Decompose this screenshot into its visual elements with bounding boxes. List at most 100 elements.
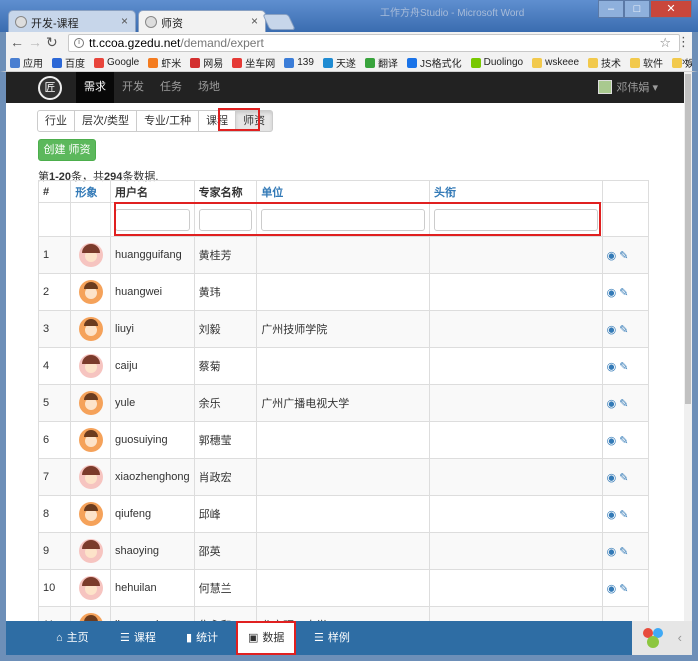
row-index: 10 (37, 569, 72, 607)
bottom-nav-label: 课程 (133, 632, 156, 644)
eye-icon[interactable]: ◉ (607, 435, 617, 447)
bookmark-item[interactable]: 技术 (588, 55, 621, 70)
bottom-nav-stats[interactable]: ▮ 统计 (186, 621, 218, 655)
tab-expert[interactable]: 师资 × (138, 10, 266, 32)
debug-toolbar-toggle[interactable]: ‹ (632, 621, 692, 655)
close-window-icon[interactable]: ✕ (650, 0, 692, 18)
header-unit[interactable]: 单位 (256, 180, 430, 203)
yii-logo-icon (643, 628, 663, 648)
header-avatar[interactable]: 形象 (70, 180, 112, 203)
bookmark-icon (588, 57, 598, 68)
nav-venue[interactable]: 场地 (190, 72, 228, 103)
scrollbar-thumb[interactable] (685, 74, 691, 404)
table-row: 3 liuyi 刘毅 广州技师学院 ◉ ✎ (37, 310, 650, 348)
tab-major[interactable]: 专业/工种 (136, 110, 200, 132)
tab-dev-course[interactable]: 开发-课程 × (8, 10, 136, 32)
avatar-cell (70, 310, 112, 348)
avatar (78, 539, 103, 563)
bookmark-item[interactable]: 软件 (630, 55, 663, 70)
row-expert-name: 蔡菊 (193, 347, 258, 385)
nav-develop[interactable]: 开发 (114, 72, 152, 103)
bookmark-icon (630, 57, 640, 68)
bookmark-item[interactable]: 139 (284, 57, 314, 68)
avatar (78, 317, 103, 341)
row-actions: ◉✎ (601, 384, 650, 422)
close-tab-icon[interactable]: × (121, 14, 128, 28)
tab-industry[interactable]: 行业 (37, 110, 75, 132)
eye-icon[interactable]: ◉ (607, 250, 617, 262)
pencil-icon[interactable]: ✎ (619, 361, 628, 373)
reload-icon[interactable]: ↻ (46, 34, 58, 51)
bookmark-icon (148, 57, 159, 68)
table-row: 4 caiju 蔡菊 ◉ ✎ (37, 347, 650, 385)
scrollbar[interactable] (684, 72, 692, 621)
bookmark-icon (52, 57, 62, 68)
filter-cell (601, 202, 650, 237)
bookmark-item[interactable]: Google (94, 57, 139, 68)
row-actions: ◉✎ (601, 569, 650, 607)
row-unit (256, 458, 430, 496)
eye-icon[interactable]: ◉ (607, 287, 617, 299)
pencil-icon[interactable]: ✎ (619, 324, 628, 336)
bookmark-item[interactable]: 坐车网 (232, 55, 275, 70)
eye-icon[interactable]: ◉ (607, 472, 617, 484)
row-username: hehuilan (110, 569, 195, 607)
pencil-icon[interactable]: ✎ (619, 509, 628, 521)
pencil-icon[interactable]: ✎ (619, 435, 628, 447)
bottom-nav-data[interactable]: ▣ 数据 (236, 621, 297, 655)
eye-icon[interactable]: ◉ (607, 546, 617, 558)
more-bookmarks-icon[interactable]: » (682, 56, 688, 68)
new-tab-button[interactable] (262, 14, 296, 30)
bookmark-item[interactable]: 虾米 (148, 55, 181, 70)
bookmark-item[interactable]: 应用 (10, 55, 43, 70)
logo[interactable]: 匠 (38, 76, 62, 100)
maximize-icon[interactable]: □ (624, 0, 650, 18)
pencil-icon[interactable]: ✎ (619, 583, 628, 595)
highlight-box (114, 202, 601, 236)
bookmark-item[interactable]: Duolingo (470, 57, 523, 68)
back-arrow-icon[interactable]: ← (10, 34, 24, 50)
minimize-icon[interactable]: – (598, 0, 624, 18)
bottom-nav-sample[interactable]: ☰ 样例 (314, 621, 350, 655)
address-bar[interactable]: i tt.ccoa.gzedu.net/demand/expert ☆ (68, 34, 680, 52)
row-username: shaoying (110, 532, 195, 570)
pencil-icon[interactable]: ✎ (619, 472, 628, 484)
pencil-icon[interactable]: ✎ (619, 287, 628, 299)
bookmark-star-icon[interactable]: ☆ (659, 35, 671, 51)
bookmark-item[interactable]: wskeee (532, 57, 579, 68)
header-title[interactable]: 头衔 (428, 180, 603, 203)
eye-icon[interactable]: ◉ (607, 361, 617, 373)
row-index: 9 (37, 532, 72, 570)
eye-icon[interactable]: ◉ (607, 509, 617, 521)
row-expert-name: 邱峰 (193, 495, 258, 533)
bookmark-item[interactable]: 网易 (190, 55, 223, 70)
pencil-icon[interactable]: ✎ (619, 546, 628, 558)
bottom-nav-home[interactable]: ⌂ 主页 (56, 621, 89, 655)
eye-icon[interactable]: ◉ (607, 324, 617, 336)
eye-icon[interactable]: ◉ (607, 398, 617, 410)
eye-icon[interactable]: ◉ (607, 583, 617, 595)
pencil-icon[interactable]: ✎ (619, 398, 628, 410)
bookmark-item[interactable]: 百度 (52, 55, 85, 70)
info-icon[interactable]: i (74, 38, 84, 48)
bookmark-item[interactable]: 天遂 (322, 55, 356, 70)
favicon-icon (15, 16, 27, 28)
close-tab-icon[interactable]: × (251, 14, 258, 28)
bottom-nav-course[interactable]: ☰ 课程 (120, 621, 156, 655)
filter-cell (37, 202, 72, 237)
pencil-icon[interactable]: ✎ (619, 250, 628, 262)
window-title: 工作方舟Studio - Microsoft Word (380, 8, 525, 19)
bookmark-item[interactable]: JS格式化 (406, 55, 462, 70)
browser-menu-icon[interactable]: ⋮ (677, 34, 690, 50)
user-menu[interactable]: 邓伟娟 ▾ (598, 79, 658, 95)
nav-demand[interactable]: 需求 (76, 72, 114, 103)
tab-level-type[interactable]: 层次/类型 (74, 110, 138, 132)
forward-arrow-icon[interactable]: → (28, 34, 42, 50)
table-row: 2 huangwei 黄玮 ◉ ✎ (37, 273, 650, 311)
row-index: 7 (37, 458, 72, 496)
nav-task[interactable]: 任务 (152, 72, 190, 103)
avatar (598, 80, 613, 94)
bookmark-item[interactable]: 翻译 (364, 55, 398, 70)
create-teacher-button[interactable]: 创建 师资 (38, 139, 96, 161)
row-actions: ◉✎ (601, 421, 650, 459)
